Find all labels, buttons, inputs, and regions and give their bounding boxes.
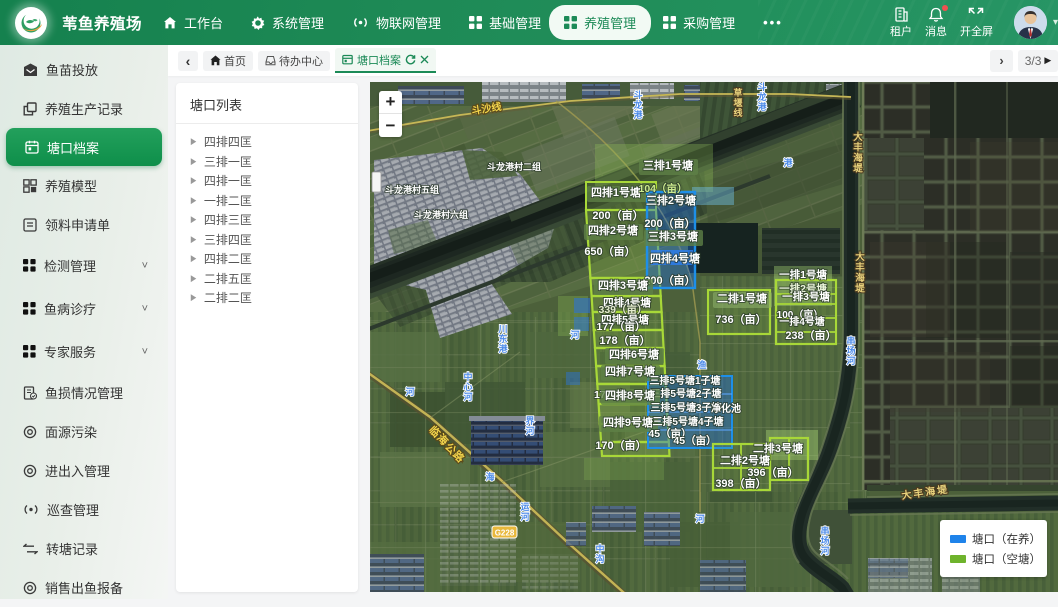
svg-text:心: 心 [463,382,472,392]
svg-text:界: 界 [525,416,534,426]
svg-text:四排7号塘: 四排7号塘 [605,364,655,378]
svg-text:河: 河 [463,391,472,402]
svg-text:串: 串 [846,335,855,346]
svg-text:四排8号塘: 四排8号塘 [605,388,655,402]
svg-text:丰: 丰 [855,262,865,274]
svg-text:河: 河 [405,386,414,397]
svg-text:238（亩）: 238（亩） [785,328,836,342]
svg-text:海: 海 [485,471,494,482]
svg-text:堰: 堰 [733,97,742,108]
svg-text:港: 港 [783,157,793,168]
svg-text:大: 大 [853,131,863,143]
svg-text:渔: 渔 [697,359,706,370]
svg-text:二排2号塘: 二排2号塘 [720,453,770,467]
svg-text:736（亩）: 736（亩） [715,312,766,326]
svg-text:104（亩）: 104（亩） [638,182,687,195]
svg-text:斗: 斗 [757,82,766,92]
svg-text:堤: 堤 [855,283,865,295]
svg-text:177（亩）: 177（亩） [596,320,645,333]
svg-text:河: 河 [525,425,534,436]
svg-text:二排3号塘: 二排3号塘 [753,441,803,455]
svg-text:三排5号塘2子塘: 三排5号塘2子塘 [650,387,721,400]
svg-text:一排3号塘: 一排3号塘 [782,290,830,303]
svg-text:净化池: 净化池 [711,402,741,415]
svg-text:串: 串 [820,525,829,536]
svg-text:沟: 沟 [595,553,604,564]
svg-text:178（亩）: 178（亩） [599,333,650,347]
svg-text:一排1号塘: 一排1号塘 [779,268,827,281]
svg-text:四排4号塘: 四排4号塘 [650,251,700,265]
svg-text:大: 大 [855,251,865,263]
svg-text:四排9号塘: 四排9号塘 [603,415,653,429]
svg-text:396（亩）: 396（亩） [747,465,798,479]
svg-text:三排3号塘: 三排3号塘 [648,229,698,243]
svg-text:海: 海 [855,272,865,284]
svg-text:三排5号塘1子塘: 三排5号塘1子塘 [649,374,720,387]
svg-text:河: 河 [520,511,529,522]
svg-text:场: 场 [820,535,829,546]
svg-text:斗龙港村六组: 斗龙港村六组 [414,209,468,220]
svg-text:河: 河 [570,329,579,340]
svg-text:170（亩）: 170（亩） [595,438,646,452]
svg-text:四排1号塘: 四排1号塘 [591,185,641,199]
svg-text:线: 线 [733,107,742,118]
svg-text:650（亩）: 650（亩） [584,244,635,258]
svg-text:四排3号塘: 四排3号塘 [598,278,648,292]
svg-text:四排6号塘: 四排6号塘 [609,347,659,361]
svg-text:港: 港 [757,101,767,112]
svg-text:河: 河 [846,355,855,366]
svg-text:丰: 丰 [853,142,863,154]
svg-text:中: 中 [463,371,472,382]
svg-text:龙: 龙 [632,99,642,110]
svg-text:四排2号塘: 四排2号塘 [588,223,638,237]
svg-text:三排1号塘: 三排1号塘 [643,158,693,172]
svg-text:200（亩）: 200（亩） [644,216,695,230]
svg-text:堤: 堤 [853,163,863,175]
svg-text:港: 港 [633,109,643,120]
svg-text:中: 中 [595,543,604,554]
svg-text:龙: 龙 [756,91,766,102]
svg-text:斗龙港村五组: 斗龙港村五组 [385,184,439,195]
svg-text:一排4号塘: 一排4号塘 [779,315,825,328]
svg-text:运: 运 [520,502,530,512]
svg-text:斗: 斗 [633,90,642,100]
svg-text:三排5号塘4子塘: 三排5号塘4子塘 [652,415,723,428]
svg-text:东: 东 [498,333,507,344]
svg-text:三排2号塘: 三排2号塘 [646,193,696,207]
svg-text:川: 川 [497,324,507,334]
svg-text:海: 海 [853,152,863,164]
svg-text:场: 场 [846,345,855,356]
svg-text:河: 河 [695,513,704,524]
svg-text:398（亩）: 398（亩） [715,476,766,490]
svg-text:45（亩）: 45（亩） [673,434,716,447]
svg-text:港: 港 [498,343,508,354]
svg-text:斗龙港村二组: 斗龙港村二组 [487,161,541,172]
svg-text:草: 草 [733,87,742,98]
svg-text:河: 河 [820,545,829,556]
svg-text:200（亩）: 200（亩） [592,208,643,222]
svg-text:G228: G228 [495,529,515,538]
svg-text:二排1号塘: 二排1号塘 [717,291,767,305]
